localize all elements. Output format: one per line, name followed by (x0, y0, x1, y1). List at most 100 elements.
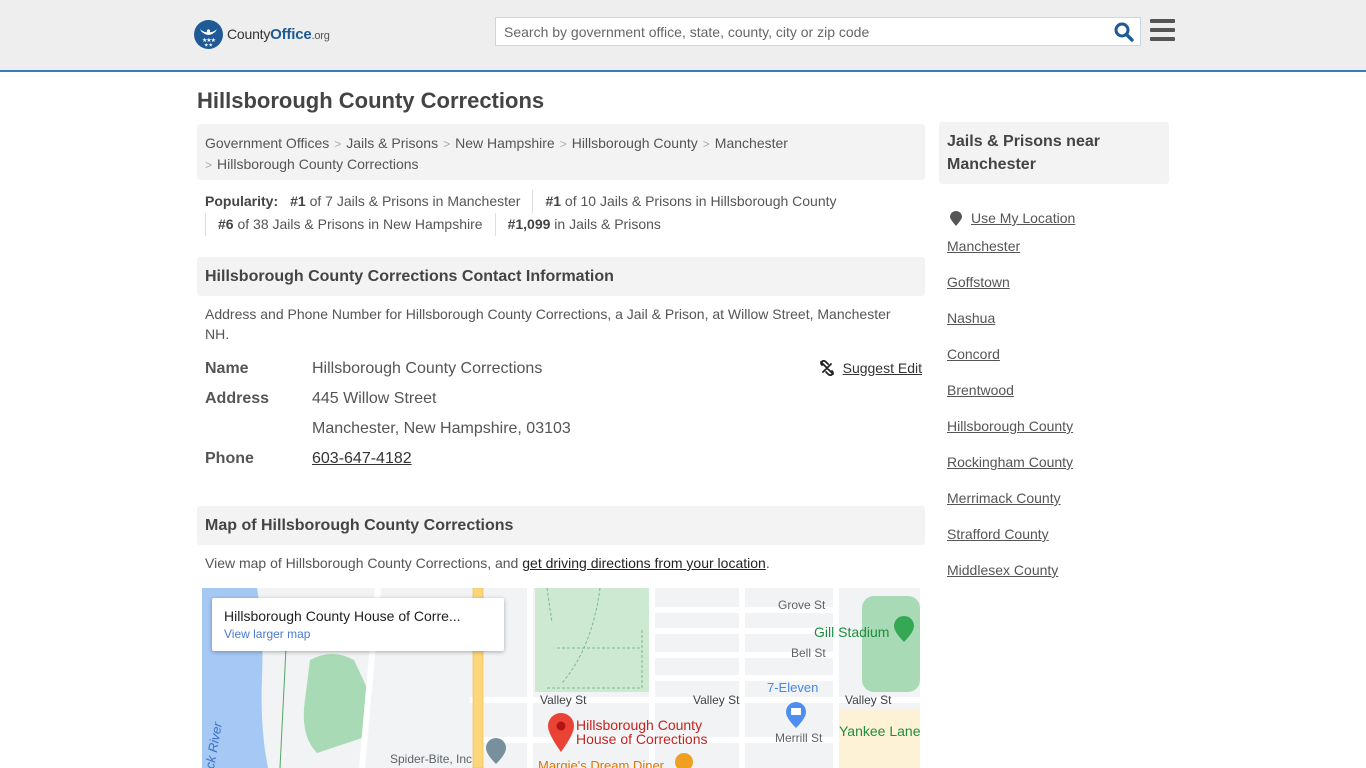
popularity-rank: #1 (290, 193, 306, 209)
popularity-item: #6 of 38 Jails & Prisons in New Hampshir… (205, 213, 495, 236)
sidebar-list: Use My Location Manchester Goffstown Nas… (947, 200, 1167, 596)
park-shape (535, 588, 650, 692)
map-label-marker[interactable]: Hillsborough County House of Corrections (576, 718, 708, 746)
stadium-shape (862, 596, 920, 692)
sidebar-heading: Jails & Prisons near Manchester (939, 122, 1169, 184)
bowling-area-shape (838, 710, 920, 768)
breadcrumb-manchester[interactable]: Manchester (715, 135, 788, 151)
name-row: Name Hillsborough County Corrections (205, 356, 925, 386)
breadcrumb-current: Hillsborough County Corrections (217, 156, 419, 172)
map-label-merrill-st: Merrill St (775, 731, 823, 745)
address-row: Address 445 Willow Street (205, 386, 925, 416)
breadcrumb-separator: > (334, 137, 342, 151)
view-larger-map-link[interactable]: View larger map (224, 627, 492, 641)
search-icon[interactable] (1114, 22, 1134, 42)
popularity-row: Popularity: #1 of 7 Jails & Prisons in M… (205, 190, 925, 213)
map-label-bell-st: Bell St (791, 646, 826, 660)
breadcrumb: Government Offices > Jails & Prisons > New H… (197, 124, 925, 180)
popularity-rank: #1,099 (507, 216, 551, 232)
contact-heading: Hillsborough County Corrections Contact … (197, 257, 925, 296)
map-label-spider-bite[interactable]: Spider-Bite, Inc (390, 752, 472, 766)
popularity-text: in Jails & Prisons (550, 216, 661, 232)
map-info-card: Hillsborough County House of Corre... Vi… (212, 598, 504, 651)
sidebar-link-rockingham-county[interactable]: Rockingham County (947, 452, 1167, 488)
popularity-item: #1 of 10 Jails & Prisons in Hillsborough… (532, 190, 848, 213)
menu-bar (1150, 19, 1175, 23)
marker-label-line2: House of Corrections (576, 731, 708, 747)
breadcrumb-separator: > (443, 137, 451, 151)
sidebar-link-concord[interactable]: Concord (947, 344, 1167, 380)
sidebar-link-strafford-county[interactable]: Strafford County (947, 524, 1167, 560)
popularity-text: of 38 Jails & Prisons in New Hampshire (233, 216, 483, 232)
popularity-text: of 10 Jails & Prisons in Hillsborough Co… (561, 193, 837, 209)
sidebar-link-nashua[interactable]: Nashua (947, 308, 1167, 344)
site-header: ★ ★ ★ ★ ★ CountyOffice.org (0, 0, 1366, 72)
map-desc-suffix: . (765, 555, 770, 571)
menu-bar (1150, 28, 1175, 32)
map-label-valley-st: Valley St (540, 693, 587, 707)
logo-text-office: Office (270, 26, 312, 43)
map-label-gill-stadium[interactable]: Gill Stadium (814, 624, 889, 640)
map-label-valley-st: Valley St (845, 693, 892, 707)
unlink-icon (819, 360, 834, 376)
hamburger-menu-icon[interactable] (1150, 19, 1175, 41)
popularity-item: #1 of 7 Jails & Prisons in Manchester (278, 190, 532, 213)
phone-link[interactable]: 603-647-4182 (312, 450, 412, 467)
popularity-item: #1,099 in Jails & Prisons (494, 213, 673, 236)
menu-bar (1150, 37, 1175, 41)
popularity-text: of 7 Jails & Prisons in Manchester (305, 193, 521, 209)
map-label-valley-st: Valley St (693, 693, 740, 707)
map-label-margies-diner[interactable]: Margie's Dream Diner (538, 758, 664, 768)
address-label: Address (205, 390, 270, 407)
breadcrumb-separator: > (702, 137, 710, 151)
popularity: Popularity: #1 of 7 Jails & Prisons in M… (197, 190, 925, 236)
breadcrumb-separator: > (559, 137, 567, 151)
popularity-rank: #6 (218, 216, 234, 232)
sidebar-link-middlesex-county[interactable]: Middlesex County (947, 560, 1167, 596)
logo-text-tld: .org (311, 30, 330, 42)
svg-text:★: ★ (209, 43, 214, 49)
popularity-label: Popularity: (205, 193, 279, 209)
breadcrumb-new-hampshire[interactable]: New Hampshire (455, 135, 555, 151)
driving-directions-link[interactable]: get driving directions from your locatio… (522, 555, 766, 571)
popularity-row: #6 of 38 Jails & Prisons in New Hampshir… (205, 213, 925, 236)
sidebar-link-merrimack-county[interactable]: Merrimack County (947, 488, 1167, 524)
map-label-7-eleven[interactable]: 7-Eleven (767, 680, 818, 695)
name-value: Hillsborough County Corrections (312, 360, 543, 377)
eagle-logo-icon: ★ ★ ★ ★ ★ (194, 20, 223, 49)
map-label-grove-st: Grove St (778, 598, 826, 612)
site-logo[interactable]: ★ ★ ★ ★ ★ CountyOffice.org (194, 20, 330, 49)
address-row-2: Manchester, New Hampshire, 03103 (205, 416, 925, 446)
embedded-map[interactable]: Hillsborough County House of Corre... Vi… (202, 588, 920, 768)
sidebar-link-brentwood[interactable]: Brentwood (947, 380, 1167, 416)
search-input[interactable] (496, 18, 1096, 45)
map-pin-icon (950, 210, 962, 226)
logo-text: CountyOffice.org (227, 26, 330, 43)
breadcrumb-hillsborough-county[interactable]: Hillsborough County (572, 135, 698, 151)
phone-row: Phone 603-647-4182 (205, 446, 925, 476)
suggest-edit-link[interactable]: Suggest Edit (843, 360, 922, 376)
address-line2: Manchester, New Hampshire, 03103 (312, 420, 571, 437)
breadcrumb-government-offices[interactable]: Government Offices (205, 135, 329, 151)
contact-info: Suggest Edit Name Hillsborough County Co… (205, 356, 925, 476)
name-label: Name (205, 360, 249, 377)
search-box (495, 17, 1141, 46)
map-label-yankee-lanes[interactable]: Yankee Lanes (839, 723, 920, 739)
sidebar-link-hillsborough-county[interactable]: Hillsborough County (947, 416, 1167, 452)
suggest-edit-button[interactable]: Suggest Edit (819, 360, 922, 376)
sidebar-link-goffstown[interactable]: Goffstown (947, 272, 1167, 308)
map-description: View map of Hillsborough County Correcti… (205, 553, 915, 573)
map-heading: Map of Hillsborough County Corrections (197, 506, 925, 545)
map-card-title: Hillsborough County House of Corre... (224, 608, 461, 624)
breadcrumb-jails-prisons[interactable]: Jails & Prisons (346, 135, 438, 151)
address-label-spacer (205, 416, 312, 446)
page-title: Hillsborough County Corrections (197, 88, 545, 113)
address-line1: 445 Willow Street (312, 390, 437, 407)
contact-description: Address and Phone Number for Hillsboroug… (205, 306, 891, 342)
map-desc-text: View map of Hillsborough County Correcti… (205, 555, 523, 571)
use-my-location[interactable]: Use My Location (947, 200, 1167, 236)
popularity-rank: #1 (545, 193, 562, 209)
sidebar-link-manchester[interactable]: Manchester (947, 236, 1167, 272)
use-my-location-link[interactable]: Use My Location (971, 208, 1075, 228)
phone-label: Phone (205, 450, 254, 467)
